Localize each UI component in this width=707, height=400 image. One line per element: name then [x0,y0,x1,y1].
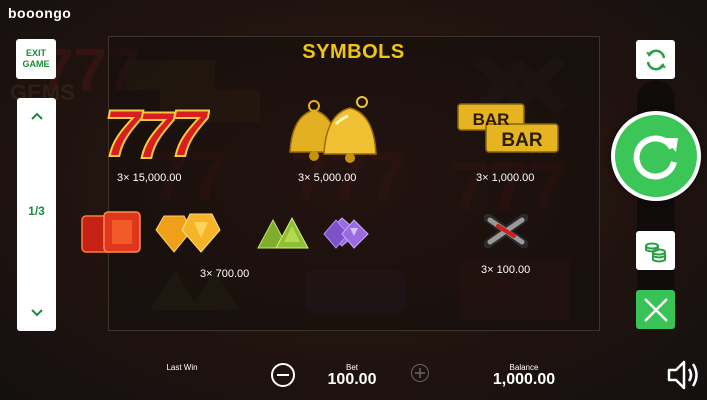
balance-value: 1,000.00 [492,371,556,388]
last-win-label: Last Win [166,363,198,372]
chevron-down-icon [30,309,43,317]
seven-symbol: 7 7 7 7 [103,96,210,164]
page-down-button[interactable] [17,295,56,331]
refresh-icon [645,49,666,70]
bet-settings-button[interactable] [636,231,675,270]
sevens-payout: 3× 15,000.00 [117,172,182,184]
page-up-button[interactable] [17,98,56,134]
gem-symbols [81,211,352,253]
x-symbol [484,214,528,248]
speaker-icon [667,360,698,390]
chevron-up-icon [30,112,43,120]
close-icon [643,297,668,322]
green-gem [257,216,309,249]
bar-symbol: BAR BAR [457,103,559,153]
increase-bet-button[interactable] [411,364,429,382]
brand-logo: booongo [8,5,72,21]
spin-button[interactable] [611,111,701,201]
bells-payout: 3× 5,000.00 [298,172,357,184]
svg-text:7: 7 [104,96,144,164]
page-navigator: 1/3 [17,98,56,331]
bell-symbol [289,96,377,163]
plus-icon [415,368,425,378]
bar-text-bottom: BAR [501,130,542,151]
minus-icon [277,374,289,376]
bars-payout: 3× 1,000.00 [476,172,535,184]
coins-icon [644,242,666,262]
svg-text:7: 7 [170,96,210,164]
spin-icon [633,135,678,180]
x-payout: 3× 100.00 [481,264,531,276]
close-paytable-button[interactable] [636,290,675,329]
orange-gem [155,213,221,253]
decrease-bet-button[interactable] [271,363,295,387]
sound-button[interactable] [665,357,701,393]
red-gem [81,211,141,253]
purple-gem-pair [323,219,369,249]
autoplay-button[interactable] [636,40,675,79]
page-indicator: 1/3 [28,204,45,218]
bar-text-top: BAR [473,110,510,129]
bet-value: 100.00 [327,371,377,388]
gems-payout: 3× 700.00 [200,268,250,280]
paytable-title: SYMBOLS [302,41,405,63]
